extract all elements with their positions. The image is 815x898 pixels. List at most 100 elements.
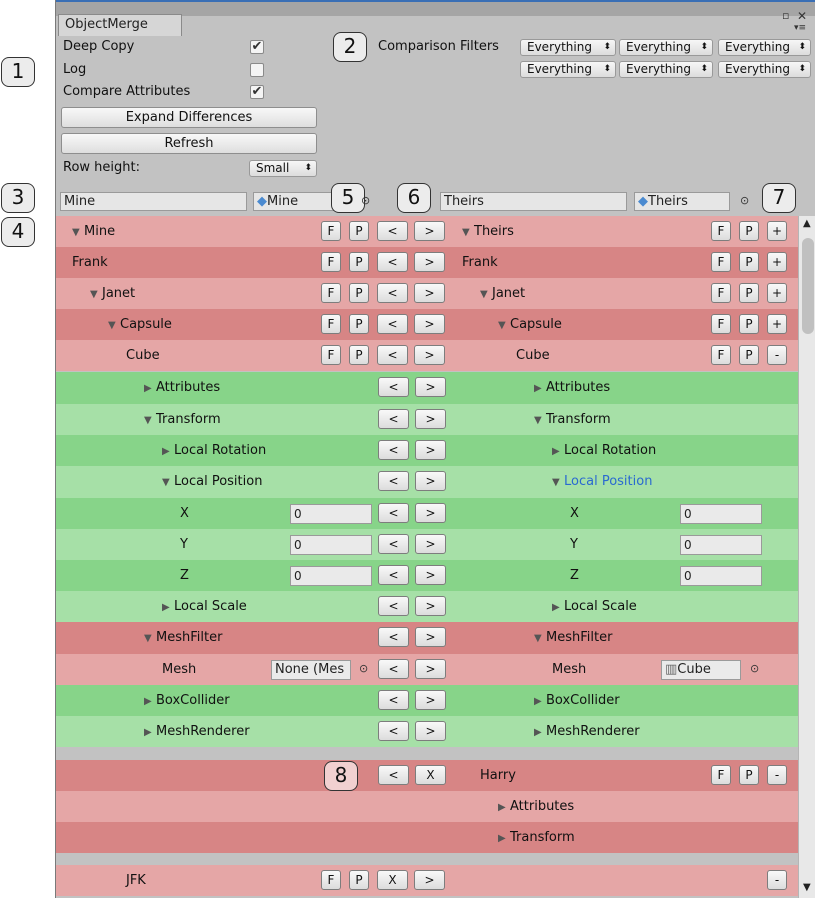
focus-button[interactable]: F	[711, 252, 731, 272]
ping-button[interactable]: P	[739, 252, 759, 272]
collapsed-triangle-icon[interactable]: ▶	[144, 686, 156, 717]
collapsed-triangle-icon[interactable]: ▶	[552, 436, 564, 467]
tree-item-label[interactable]: X	[180, 498, 189, 529]
copy-right-button[interactable]: >	[415, 565, 446, 585]
focus-button[interactable]: F	[321, 252, 341, 272]
collapsed-triangle-icon[interactable]: ▶	[552, 592, 564, 623]
tree-item-label[interactable]: ▼ Theirs	[462, 216, 514, 247]
scroll-up-icon[interactable]: ▲	[803, 218, 811, 229]
l-object-field[interactable]: None (Mes	[271, 660, 351, 680]
expand-differences-button[interactable]: Expand Differences	[61, 107, 317, 128]
ping-button[interactable]: P	[739, 283, 759, 303]
tree-item-label[interactable]: Y	[180, 529, 188, 560]
tree-item-label[interactable]: Mesh	[162, 654, 196, 685]
theirs-name-field[interactable]: Theirs	[440, 192, 627, 211]
tree-item-label[interactable]: ▶ Local Rotation	[162, 435, 266, 466]
focus-button[interactable]: F	[711, 765, 731, 785]
tree-item-label[interactable]: ▼ Transform	[534, 404, 611, 435]
expanded-triangle-icon[interactable]: ▼	[498, 310, 510, 341]
tree-item-label[interactable]: ▶ BoxCollider	[144, 685, 230, 716]
tree-item-label[interactable]: Cube	[126, 340, 160, 371]
ping-button[interactable]: P	[739, 314, 759, 334]
collapsed-triangle-icon[interactable]: ▶	[534, 373, 546, 404]
tree-item-label[interactable]: ▶ Attributes	[498, 791, 574, 822]
copy-left-button[interactable]: <	[378, 721, 409, 741]
copy-right-button[interactable]: >	[415, 471, 446, 491]
copy-left-button[interactable]: <	[378, 765, 409, 785]
object-picker-icon[interactable]: ⊙	[750, 662, 759, 675]
focus-button[interactable]: F	[321, 314, 341, 334]
focus-button[interactable]: F	[321, 283, 341, 303]
copy-left-button[interactable]: <	[378, 627, 409, 647]
tree-item-label[interactable]: ▼ Mine	[72, 216, 115, 247]
expanded-triangle-icon[interactable]: ▼	[144, 405, 156, 436]
l-value-field[interactable]: 0	[290, 504, 372, 524]
tree-item-label[interactable]: Z	[180, 560, 189, 591]
focus-button[interactable]: F	[321, 221, 341, 241]
copy-right-button[interactable]: >	[414, 345, 445, 365]
copy-right-button[interactable]: >	[414, 221, 445, 241]
add-button[interactable]: +	[767, 252, 787, 272]
collapsed-triangle-icon[interactable]: ▶	[162, 592, 174, 623]
tree-item-label[interactable]: ▶ MeshRenderer	[144, 716, 250, 747]
copy-left-button[interactable]: <	[378, 503, 409, 523]
r-object-field[interactable]: ▥Cube	[661, 660, 741, 680]
ping-button[interactable]: P	[739, 345, 759, 365]
copy-left-button[interactable]: <	[378, 440, 409, 460]
tab-objectmerge[interactable]: ObjectMerge	[58, 14, 182, 36]
tree-item-label[interactable]: ▶ Transform	[498, 822, 575, 853]
window-menu-icon[interactable]: ▾≡	[794, 23, 806, 33]
maximize-icon[interactable]: ▫	[782, 9, 789, 22]
tree-item-label[interactable]: ▼ Local Position	[552, 466, 652, 497]
expanded-triangle-icon[interactable]: ▼	[162, 467, 174, 498]
copy-right-button[interactable]: >	[414, 283, 445, 303]
remove-button[interactable]: -	[767, 870, 787, 890]
tree-item-label[interactable]: ▶ MeshRenderer	[534, 716, 640, 747]
copy-left-button[interactable]: <	[378, 534, 409, 554]
copy-right-button[interactable]: >	[414, 314, 445, 334]
ping-button[interactable]: P	[349, 221, 369, 241]
tree-item-label[interactable]: ▼ Transform	[144, 404, 221, 435]
expanded-triangle-icon[interactable]: ▼	[534, 623, 546, 654]
tree-item-label[interactable]: ▶ Attributes	[144, 372, 220, 403]
tree-item-label[interactable]: ▼ MeshFilter	[534, 622, 612, 653]
theirs-object-field[interactable]: ◆Theirs	[634, 192, 730, 211]
focus-button[interactable]: F	[711, 221, 731, 241]
copy-right-button[interactable]: >	[414, 870, 445, 890]
ping-button[interactable]: P	[739, 221, 759, 241]
tree-item-label[interactable]: ▼ Capsule	[498, 309, 562, 340]
add-button[interactable]: +	[767, 283, 787, 303]
collapsed-triangle-icon[interactable]: ▶	[498, 823, 510, 854]
scroll-down-icon[interactable]: ▼	[803, 882, 811, 893]
add-button[interactable]: +	[767, 221, 787, 241]
mine-name-field[interactable]: Mine	[60, 192, 247, 211]
ping-button[interactable]: P	[349, 345, 369, 365]
collapsed-triangle-icon[interactable]: ▶	[162, 436, 174, 467]
tree-item-label[interactable]: ▼ MeshFilter	[144, 622, 222, 653]
copy-left-button[interactable]: <	[377, 283, 408, 303]
ping-button[interactable]: P	[349, 314, 369, 334]
focus-button[interactable]: F	[711, 345, 731, 365]
tree-item-label[interactable]: ▶ Local Scale	[162, 591, 247, 622]
copy-right-button[interactable]: >	[415, 721, 446, 741]
tree-item-label[interactable]: Harry	[480, 760, 516, 791]
tree-item-label[interactable]: Cube	[516, 340, 550, 371]
ping-button[interactable]: P	[349, 870, 369, 890]
ping-button[interactable]: P	[349, 252, 369, 272]
expanded-triangle-icon[interactable]: ▼	[90, 279, 102, 310]
focus-button[interactable]: F	[321, 345, 341, 365]
delete-button[interactable]: X	[415, 765, 446, 785]
tree-item-label[interactable]: ▶ Local Rotation	[552, 435, 656, 466]
tree-item-label[interactable]: Frank	[462, 247, 498, 278]
object-picker-icon[interactable]: ⊙	[359, 662, 368, 675]
copy-right-button[interactable]: >	[415, 409, 446, 429]
filter-dropdown-6[interactable]: Everything ⬍	[718, 61, 811, 78]
tree-item-label[interactable]: ▶ Local Scale	[552, 591, 637, 622]
mine-object-field[interactable]: ◆Mine	[253, 192, 343, 211]
copy-right-button[interactable]: >	[415, 534, 446, 554]
filter-dropdown-3[interactable]: Everything ⬍	[718, 39, 811, 56]
tree-item-label[interactable]: ▶ Attributes	[534, 372, 610, 403]
focus-button[interactable]: F	[711, 283, 731, 303]
focus-button[interactable]: F	[321, 870, 341, 890]
tree-item-label[interactable]: ▼ Janet	[480, 278, 525, 309]
